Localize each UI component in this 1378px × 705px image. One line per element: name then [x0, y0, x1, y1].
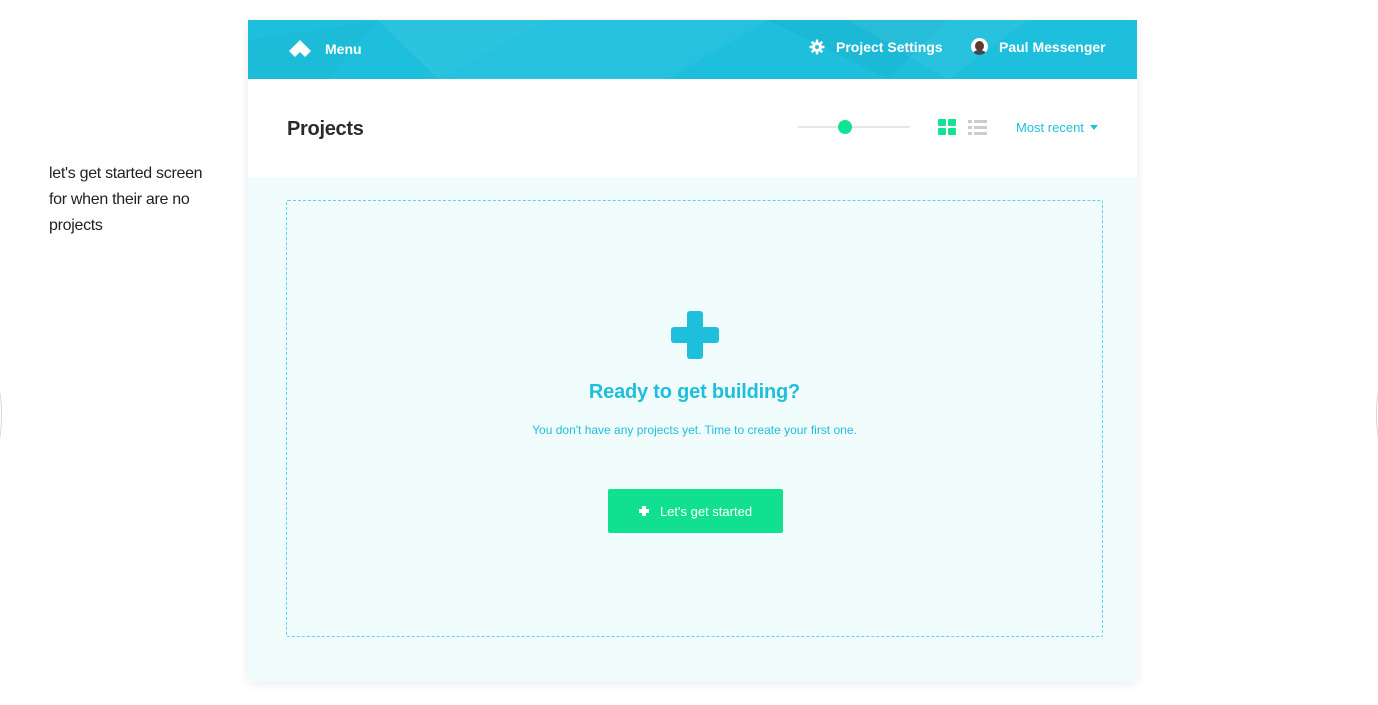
avatar	[971, 38, 988, 55]
projects-header: Projects Most recent	[248, 79, 1137, 177]
plus-icon	[638, 506, 649, 516]
page-title: Projects	[287, 118, 364, 140]
menu-button[interactable]: Menu	[288, 39, 362, 59]
gear-icon	[809, 39, 825, 55]
user-menu-button[interactable]: Paul Messenger	[971, 38, 1106, 55]
logo-diamond-icon	[289, 40, 311, 57]
list-view-button[interactable]	[968, 120, 987, 135]
empty-state-dropzone: Ready to get building? You don't have an…	[286, 200, 1103, 637]
empty-state-message: You don't have any projects yet. Time to…	[532, 423, 857, 437]
edge-decoration-left	[0, 385, 2, 445]
grid-view-button[interactable]	[938, 119, 956, 135]
annotation-note: let's get started screen for when their …	[49, 165, 203, 234]
user-name: Paul Messenger	[999, 38, 1106, 55]
empty-state-heading: Ready to get building?	[588, 381, 801, 403]
slider-handle[interactable]	[838, 120, 853, 134]
zoom-slider[interactable]	[798, 119, 910, 135]
lets-get-started-button[interactable]: Let's get started	[608, 489, 783, 533]
project-settings-label: Project Settings	[836, 39, 943, 55]
slider-track	[798, 126, 910, 128]
caret-down-icon	[1089, 125, 1098, 130]
plus-icon	[671, 311, 719, 359]
menu-label: Menu	[325, 41, 362, 57]
app-window: Menu Project Settings Paul Messenger Pro…	[248, 20, 1137, 682]
top-navigation-bar: Menu Project Settings Paul Messenger	[248, 20, 1137, 79]
sort-label: Most recent	[1016, 120, 1084, 135]
project-settings-button[interactable]: Project Settings	[809, 39, 943, 55]
button-label: Let's get started	[659, 503, 753, 519]
sort-dropdown[interactable]: Most recent	[1016, 120, 1098, 135]
